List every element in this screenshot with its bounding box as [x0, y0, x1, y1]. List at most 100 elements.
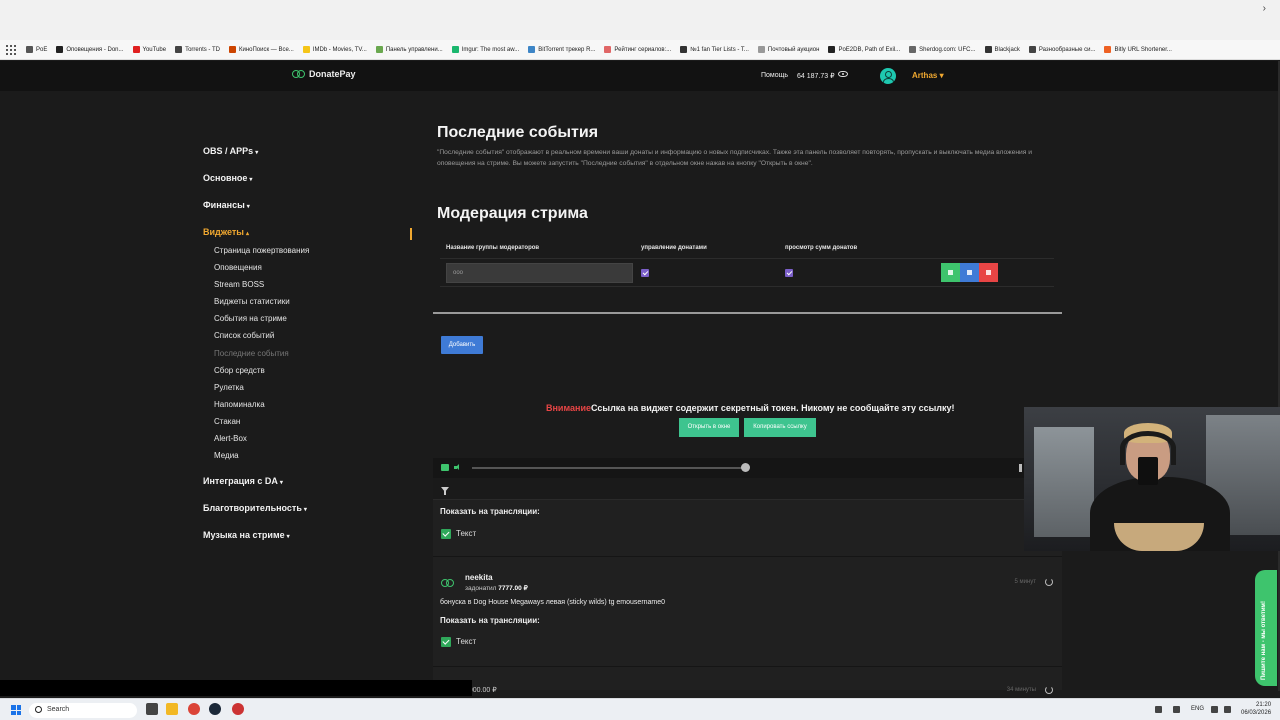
view-amounts-checkbox[interactable]	[785, 269, 793, 277]
sidebar-section-obs[interactable]: OBS / APPs ▾	[203, 146, 413, 173]
toolbar-menu-icon[interactable]	[1019, 464, 1022, 472]
bookmark-item[interactable]: Imgur: The most aw...	[451, 46, 519, 53]
network-icon[interactable]	[1211, 706, 1218, 713]
bookmark-item[interactable]: Torrents - TD	[175, 46, 220, 53]
column-header-view: просмотр сумм донатов	[785, 245, 858, 251]
bookmark-item[interactable]: Sherdog.com: UFC...	[909, 46, 976, 53]
black-overlay-bar	[0, 680, 472, 696]
sidebar-item-glass[interactable]: Стакан	[214, 416, 413, 433]
avatar[interactable]	[880, 68, 896, 84]
taskbar-search[interactable]: Search	[29, 703, 137, 718]
token-warning: ВниманиеСсылка на виджет содержит секрет…	[546, 403, 955, 413]
apps-grid-icon[interactable]	[6, 44, 16, 55]
bookmark-item[interactable]: Bitly URL Shortener...	[1104, 46, 1172, 53]
show-text-checkbox[interactable]	[441, 529, 451, 539]
bookmark-item[interactable]: BitTorrent трекер R...	[528, 46, 595, 53]
sidebar-item-stream-boss[interactable]: Stream BOSS	[214, 279, 413, 296]
section-divider	[433, 312, 1062, 314]
volume-icon[interactable]	[454, 464, 463, 471]
bookmark-favicon-icon	[1028, 46, 1036, 53]
show-on-stream-label: Показать на трансляции:	[440, 616, 540, 625]
sidebar-section-da-integration[interactable]: Интеграция с DA ▾	[203, 476, 413, 503]
bookmark-favicon-icon	[229, 46, 236, 53]
bookmark-favicon-icon	[302, 46, 310, 53]
delete-group-button[interactable]	[979, 263, 998, 282]
task-view-icon[interactable]	[146, 703, 158, 715]
app-icon[interactable]	[232, 703, 244, 715]
file-explorer-icon[interactable]	[166, 703, 178, 715]
open-in-window-button[interactable]: Открыть в окне	[679, 418, 739, 437]
bookmark-item[interactable]: Почтовый аукцион	[757, 46, 819, 53]
sidebar-item-roulette[interactable]: Рулетка	[214, 382, 413, 399]
latest-events-widget: Показать на трансляции: Текст neekita за…	[433, 458, 1062, 694]
sidebar-item-stream-events[interactable]: События на стриме	[214, 313, 413, 330]
bookmark-item[interactable]: YouTube	[132, 46, 166, 53]
bookmark-favicon-icon	[26, 46, 33, 53]
event-amount: задонатил 7777.00 ₽	[465, 585, 528, 592]
save-group-button[interactable]	[960, 263, 979, 282]
sidebar-item-event-list[interactable]: Список событий	[214, 330, 413, 347]
add-group-button[interactable]: Добавить	[441, 336, 483, 354]
bookmark-item[interactable]: IMDb - Movies, TV...	[302, 46, 367, 53]
chevron-down-icon: ▾	[286, 534, 290, 541]
bookmark-item[interactable]: Рейтинг сериалов:...	[604, 46, 671, 53]
show-text-checkbox[interactable]	[441, 637, 451, 647]
copy-link-button[interactable]: Копировать ссылку	[744, 418, 816, 437]
volume-slider[interactable]	[472, 467, 746, 469]
edit-group-button[interactable]	[941, 263, 960, 282]
group-name-input[interactable]: ооо	[446, 263, 633, 283]
sidebar-section-charity[interactable]: Благотворительность ▾	[203, 503, 413, 530]
bookmark-favicon-icon	[56, 46, 64, 53]
donatepay-logo[interactable]: DonatePay	[292, 69, 356, 79]
bookmark-item[interactable]: Панель управлени...	[375, 46, 443, 53]
windows-start-icon[interactable]	[11, 705, 21, 715]
sidebar-item-alerts[interactable]: Оповещения	[214, 262, 413, 279]
bookmark-item[interactable]: PoE2DB, Path of Exil...	[828, 46, 900, 53]
manage-donations-checkbox[interactable]	[641, 269, 649, 277]
bookmark-item[interactable]: Blackjack	[984, 46, 1020, 53]
clock[interactable]: 21:20 06/03/2026	[1241, 701, 1271, 717]
sidebar-section-main[interactable]: Основное ▾	[203, 173, 413, 200]
bookmark-favicon-icon	[984, 46, 992, 53]
feedback-tab[interactable]: Пишите нам - мы ответим!	[1255, 570, 1277, 686]
sidebar-item-donation-page[interactable]: Страница пожертвования	[214, 245, 413, 262]
sidebar-section-stream-music[interactable]: Музыка на стриме ▾	[203, 530, 413, 557]
more-bookmarks-icon[interactable]: ›	[1263, 3, 1266, 14]
bookmark-item[interactable]: Разнообразные си...	[1028, 46, 1095, 53]
steam-icon[interactable]	[209, 703, 221, 715]
sidebar-item-alert-box[interactable]: Alert-Box	[214, 433, 413, 450]
volume-tray-icon[interactable]	[1224, 706, 1231, 713]
bookmarks-bar: PoE Оповещения - Don... YouTube Torrents - …	[0, 40, 1280, 60]
sidebar-section-widgets[interactable]: Виджеты ▴	[203, 227, 413, 245]
eye-icon[interactable]	[838, 71, 848, 77]
sidebar-item-latest-events[interactable]: Последние события	[214, 348, 413, 365]
sidebar: OBS / APPs ▾ Основное ▾ Финансы ▾ Виджеты ▴ …	[203, 146, 413, 557]
row-divider	[440, 286, 1054, 287]
bookmark-item[interactable]: КиноПоиск — Все...	[229, 46, 294, 53]
sidebar-item-stats-widgets[interactable]: Виджеты статистики	[214, 296, 413, 313]
bookmark-item[interactable]: Оповещения - Don...	[56, 46, 124, 53]
user-menu[interactable]: Arthas ▾	[912, 71, 944, 80]
bookmark-item[interactable]: №1 fan Tier Lists - T...	[680, 46, 749, 53]
sidebar-item-reminder[interactable]: Напоминалка	[214, 399, 413, 416]
event-donor-name: neekita	[465, 573, 493, 582]
media-toggle-icon[interactable]	[441, 464, 449, 471]
chevron-down-icon: ▾	[279, 480, 283, 487]
tray-arrow-icon[interactable]	[1155, 706, 1162, 713]
replay-icon[interactable]	[1045, 686, 1053, 694]
chrome-icon[interactable]	[188, 703, 200, 715]
sidebar-active-indicator	[410, 228, 412, 240]
event-time: 5 минут	[1014, 579, 1036, 585]
filter-icon[interactable]	[441, 487, 449, 495]
donatepay-event-icon	[441, 579, 455, 587]
volume-slider-handle[interactable]	[741, 463, 750, 472]
bookmark-item[interactable]: PoE	[26, 46, 47, 53]
sidebar-section-finance[interactable]: Финансы ▾	[203, 200, 413, 227]
language-indicator[interactable]: ENG	[1191, 706, 1204, 712]
replay-icon[interactable]	[1045, 578, 1053, 586]
sidebar-item-media[interactable]: Медиа	[214, 450, 413, 467]
mic-icon[interactable]	[1173, 706, 1180, 713]
show-text-label: Текст	[456, 637, 477, 646]
sidebar-item-fundraising[interactable]: Сбор средств	[214, 365, 413, 382]
help-link[interactable]: Помощь	[761, 72, 788, 79]
